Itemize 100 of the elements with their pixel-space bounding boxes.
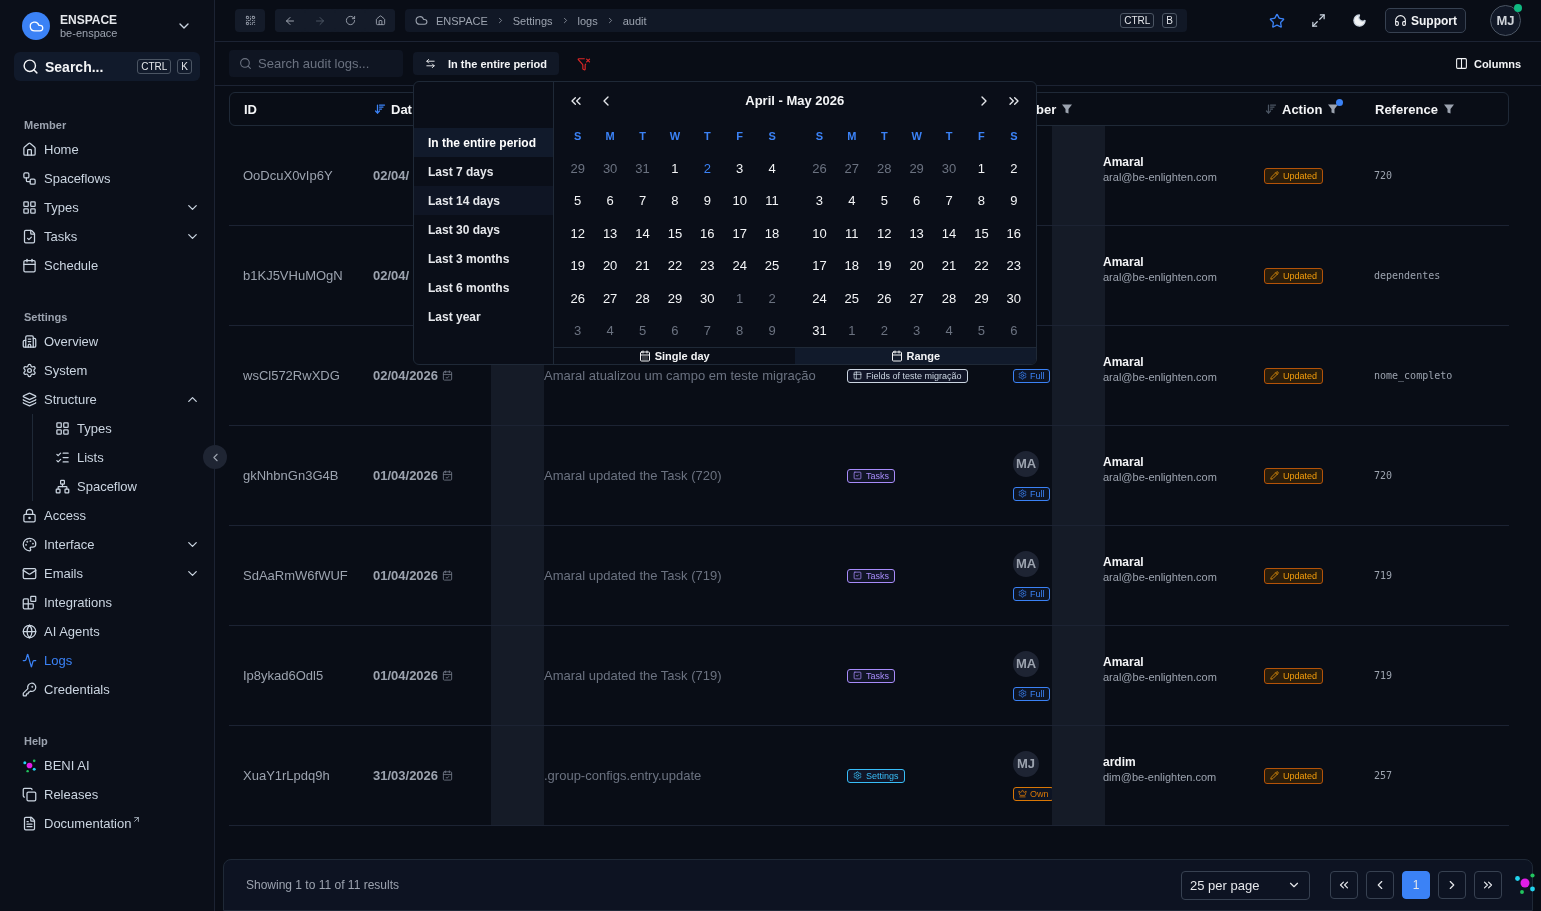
filter-icon[interactable] — [1061, 103, 1074, 115]
sidebar-item[interactable]: Lists — [33, 443, 200, 472]
calendar-day[interactable]: 25 — [764, 258, 780, 274]
calendar-day[interactable]: 26 — [570, 290, 585, 306]
calendar-day[interactable]: 28 — [635, 290, 650, 306]
period-button[interactable]: In the entire period — [413, 52, 559, 75]
sidebar-search[interactable]: Search... CTRL K — [14, 52, 200, 81]
calendar-day[interactable]: 4 — [945, 322, 953, 338]
period-preset[interactable]: Last 7 days — [414, 157, 553, 186]
calendar-day[interactable]: 5 — [880, 193, 888, 209]
calendar-day[interactable]: 29 — [909, 161, 924, 176]
calendar-day[interactable]: 30 — [1006, 290, 1022, 306]
calendar-day[interactable]: 7 — [945, 193, 953, 209]
calendar-day[interactable]: 2 — [880, 322, 888, 338]
sidebar-item[interactable]: Logs — [14, 646, 200, 675]
calendar-day[interactable]: 17 — [732, 225, 747, 241]
calendar-day[interactable]: 31 — [635, 161, 650, 176]
calendar-day[interactable]: 28 — [877, 161, 892, 176]
columns-button[interactable]: Columns — [1448, 56, 1527, 71]
calendar-day[interactable]: 28 — [941, 290, 957, 306]
calendar-day[interactable]: 4 — [768, 161, 776, 176]
period-preset[interactable]: In the entire period — [414, 128, 553, 157]
sidebar-item[interactable]: Spaceflows — [14, 164, 200, 193]
first-page-button[interactable] — [1330, 871, 1358, 899]
calendar-day[interactable]: 21 — [941, 258, 957, 274]
sidebar-item[interactable]: Emails — [14, 559, 200, 588]
favorite-button[interactable] — [1269, 12, 1285, 29]
calendar-day[interactable]: 24 — [812, 290, 827, 306]
calendar-day[interactable]: 12 — [570, 225, 585, 241]
calendar-day[interactable]: 23 — [700, 258, 715, 274]
calendar-day[interactable]: 3 — [574, 322, 582, 338]
sidebar-item[interactable]: Documentation — [14, 809, 200, 838]
calendar-day[interactable]: 6 — [1010, 322, 1018, 338]
calendar-day[interactable]: 5 — [977, 322, 986, 338]
calendar-day[interactable]: 13 — [602, 225, 618, 241]
calendar-day[interactable]: 22 — [667, 258, 683, 274]
calendar-day[interactable]: 29 — [667, 290, 683, 306]
calendar-day[interactable]: 15 — [974, 225, 989, 241]
calendar-day[interactable]: 7 — [703, 322, 711, 338]
sidebar-item[interactable]: Home — [14, 135, 200, 164]
calendar-day[interactable]: 27 — [844, 161, 860, 176]
calendar-day[interactable]: 3 — [815, 193, 824, 209]
period-preset[interactable]: Last 30 days — [414, 215, 553, 244]
sidebar-item[interactable]: Types — [33, 414, 200, 443]
column-header[interactable]: ber — [1036, 101, 1057, 117]
calendar-day[interactable]: 20 — [602, 258, 618, 274]
sort-icon[interactable] — [1265, 103, 1277, 115]
calendar-day[interactable]: 3 — [736, 161, 744, 176]
column-header[interactable]: Action — [1282, 101, 1323, 117]
sidebar-item[interactable]: Tasks — [14, 222, 200, 251]
period-preset[interactable]: Last 14 days — [414, 186, 553, 215]
calendar-day[interactable]: 30 — [700, 290, 715, 306]
sidebar-item[interactable]: Structure — [14, 385, 200, 414]
sidebar-item[interactable]: Spaceflow — [33, 472, 200, 501]
calendar-day[interactable]: 8 — [977, 193, 986, 209]
calendar-day[interactable]: 30 — [602, 161, 618, 176]
calendar-day[interactable]: 18 — [764, 225, 780, 241]
calendar-day[interactable]: 25 — [844, 290, 860, 306]
calendar-day[interactable]: 19 — [877, 258, 892, 274]
calendar-day[interactable]: 21 — [635, 258, 650, 274]
calendar-day[interactable]: 8 — [736, 322, 744, 338]
sidebar-item[interactable]: Access — [14, 501, 200, 530]
page-size-select[interactable]: 25 per page — [1181, 870, 1310, 900]
sort-icon[interactable] — [374, 103, 386, 115]
column-header[interactable]: Reference — [1375, 101, 1438, 117]
calendar-day[interactable]: 7 — [638, 193, 647, 209]
breadcrumb-link[interactable]: Settings — [512, 14, 553, 27]
calendar-day[interactable]: 8 — [671, 193, 679, 209]
clear-filter-button[interactable] — [577, 56, 591, 71]
calendar-day[interactable]: 3 — [913, 322, 921, 338]
collapse-sidebar-button[interactable] — [203, 445, 227, 469]
column-header[interactable]: ID — [244, 101, 257, 117]
calendar-day[interactable]: 6 — [913, 193, 921, 209]
sidebar-item[interactable]: Releases — [14, 780, 200, 809]
calendar-day[interactable]: 30 — [941, 161, 957, 176]
calendar-day[interactable]: 11 — [845, 225, 859, 241]
period-preset[interactable]: Last 6 months — [414, 273, 553, 302]
calendar-day[interactable]: 23 — [1006, 258, 1022, 274]
calendar-day[interactable]: 12 — [877, 225, 892, 241]
search-field[interactable]: Search audit logs... — [229, 50, 403, 77]
calendar-day[interactable]: 26 — [812, 161, 827, 176]
calendar-day[interactable]: 1 — [736, 290, 744, 306]
calendar-day[interactable]: 15 — [667, 225, 683, 241]
support-button[interactable]: Support — [1385, 8, 1466, 33]
last-page-button[interactable] — [1474, 871, 1502, 899]
calendar-day[interactable]: 14 — [941, 225, 957, 241]
breadcrumb-link[interactable]: audit — [622, 14, 647, 27]
dark-mode-button[interactable] — [1352, 13, 1367, 28]
sidebar-item[interactable]: Overview — [14, 327, 200, 356]
calendar-day[interactable]: 20 — [909, 258, 924, 274]
sidebar-item[interactable]: System — [14, 356, 200, 385]
calendar-day[interactable]: 29 — [974, 290, 989, 306]
sidebar-item[interactable]: Schedule — [14, 251, 200, 280]
calendar-day[interactable]: 27 — [909, 290, 924, 306]
period-preset[interactable]: Last year — [414, 302, 553, 331]
calendar-day[interactable]: 31 — [812, 322, 827, 338]
calendar-day[interactable]: 11 — [765, 193, 779, 209]
filter-icon[interactable] — [1442, 103, 1455, 115]
sidebar-item[interactable]: Types — [14, 193, 200, 222]
calendar-day[interactable]: 22 — [974, 258, 989, 274]
